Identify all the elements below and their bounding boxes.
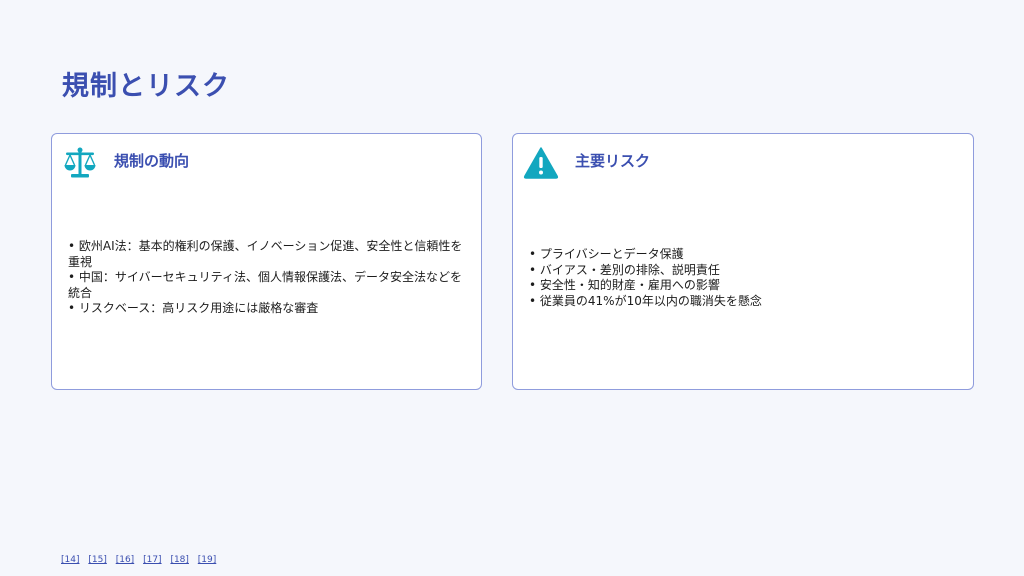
list-item: バイアス・差別の排除、説明責任 (529, 263, 959, 279)
list-item: 従業員の41%が10年以内の職消失を懸念 (529, 294, 959, 310)
slide: 規制とリスク 規制の動向 欧州AI法：基本的権利の保護、イノベーション促進、安全… (0, 0, 1024, 576)
list-item: 中国：サイバーセキュリティ法、個人情報保護法、データ安全法などを統合 (68, 270, 467, 301)
risks-bullet-list: プライバシーとデータ保護 バイアス・差別の排除、説明責任 安全性・知的財産・雇用… (529, 247, 959, 309)
regulation-bullet-list: 欧州AI法：基本的権利の保護、イノベーション促進、安全性と信頼性を重視 中国：サ… (68, 239, 467, 317)
regulation-card: 規制の動向 欧州AI法：基本的権利の保護、イノベーション促進、安全性と信頼性を重… (51, 133, 482, 390)
reference-link-16[interactable]: [16] (116, 555, 134, 565)
list-item: リスクベース：高リスク用途には厳格な審査 (68, 301, 467, 317)
reference-link-15[interactable]: [15] (88, 555, 106, 565)
list-item: 欧州AI法：基本的権利の保護、イノベーション促進、安全性と信頼性を重視 (68, 239, 467, 270)
reference-link-14[interactable]: [14] (61, 555, 79, 565)
warning-icon (523, 147, 559, 179)
list-item: プライバシーとデータ保護 (529, 247, 959, 263)
scales-icon (64, 147, 96, 178)
slide-title: 規制とリスク (62, 71, 230, 102)
list-item: 安全性・知的財産・雇用への影響 (529, 278, 959, 294)
reference-link-17[interactable]: [17] (143, 555, 161, 565)
reference-link-19[interactable]: [19] (198, 555, 216, 565)
risks-card: 主要リスク プライバシーとデータ保護 バイアス・差別の排除、説明責任 安全性・知… (512, 133, 974, 390)
reference-link-18[interactable]: [18] (170, 555, 188, 565)
reference-links: [14] [15] [16] [17] [18] [19] (61, 555, 222, 565)
risks-card-title: 主要リスク (575, 152, 651, 170)
regulation-card-title: 規制の動向 (114, 152, 190, 170)
